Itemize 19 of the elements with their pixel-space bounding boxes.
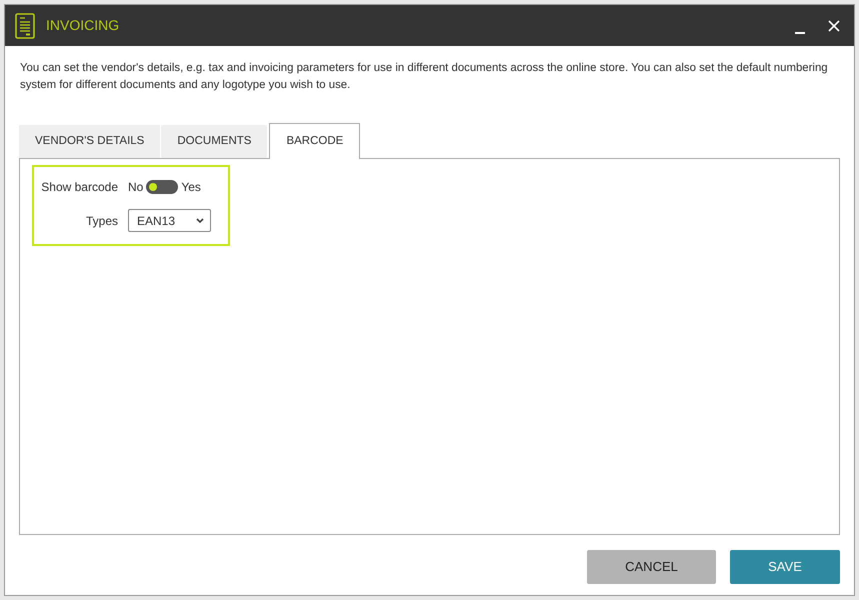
types-select[interactable]: EAN13 [128, 209, 211, 232]
toggle-switch[interactable] [146, 180, 178, 194]
close-icon [828, 20, 840, 32]
toggle-on-label: Yes [181, 179, 201, 196]
tab[interactable]: VENDOR'S DETAILS [19, 125, 162, 158]
types-label: Types [84, 212, 118, 230]
description-text: You can set the vendor's details, e.g. tax and invoicing parameters for use in different documents across the online store. You can also set the default numbering system for different documents and any logotype you wish to use. [19, 61, 829, 93]
close-button[interactable] [828, 20, 840, 32]
show-barcode-label: Show barcode [40, 179, 118, 196]
tab[interactable]: DOCUMENTS [161, 125, 268, 158]
document-icon [15, 12, 35, 38]
toggle-knob-icon [149, 183, 158, 191]
tab[interactable]: BARCODE [269, 123, 360, 159]
chevron-down-icon [196, 218, 204, 223]
window-title: INVOICING [46, 16, 120, 35]
save-button[interactable]: SAVE [730, 550, 840, 584]
toggle-off-label: No [128, 179, 144, 196]
cancel-button[interactable]: CANCEL [587, 550, 716, 584]
minimize-icon [795, 32, 805, 34]
